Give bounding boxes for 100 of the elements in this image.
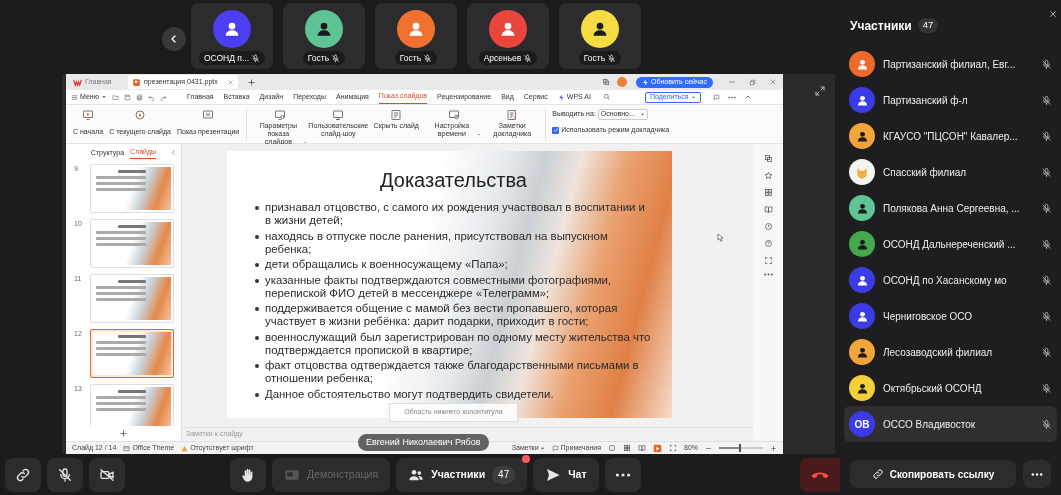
bullet-text: военнослужащий был зарегистрирован по одному месту жительства что подтверждается пропиской в квартире; <box>265 330 652 357</box>
fit-icon[interactable] <box>763 256 773 265</box>
slide-title: Доказательства <box>380 168 527 193</box>
back-button[interactable] <box>162 27 186 51</box>
windows-icon[interactable] <box>602 78 610 86</box>
slides-file-icon <box>132 77 141 87</box>
copy-icon[interactable] <box>763 154 773 163</box>
checkbox[interactable] <box>552 126 560 134</box>
slider-thumb[interactable] <box>738 444 741 452</box>
bullet-icon <box>255 335 259 340</box>
participant-row[interactable]: ОВ ОССО Владивосток <box>844 406 1057 442</box>
slide-thumbnail[interactable] <box>90 329 174 378</box>
bullet-text: дети обращались к военносужащему «Папа»; <box>265 258 508 271</box>
help-icon[interactable] <box>763 239 773 248</box>
more-icon <box>1031 472 1043 476</box>
participants-button[interactable]: Участники 47 <box>396 457 528 492</box>
lightning-icon <box>557 93 565 101</box>
monitor-icon <box>332 109 345 121</box>
undo-icon[interactable] <box>147 93 155 101</box>
clock-icon[interactable] <box>763 222 773 231</box>
star-icon[interactable] <box>763 171 773 180</box>
bullet-text: поддерживается общение с мамой без вести пропавшего, которая участвует в жизни ребёнка: дарит подарки, приходит в гости; <box>265 302 619 328</box>
print-icon[interactable] <box>135 93 143 101</box>
bullet-text: признавал отцовство, с самого их рождения участвовал в воспитании и в жизни детей; <box>265 201 646 227</box>
slideshow-icon[interactable] <box>653 443 662 453</box>
book-icon[interactable] <box>763 205 773 214</box>
bullet-icon <box>255 263 259 267</box>
more-icon[interactable] <box>727 95 736 99</box>
caret-icon <box>539 445 545 451</box>
close-icon[interactable] <box>1048 9 1058 19</box>
bullet-icon <box>255 392 259 397</box>
collapse-icon[interactable] <box>170 149 177 156</box>
comment-icon[interactable] <box>712 93 720 101</box>
warning-icon <box>181 444 189 452</box>
bullet-text: Данное обстоятельство могут подтвердить свидетели. <box>265 387 554 401</box>
microphone-button[interactable] <box>47 457 83 492</box>
participant-row[interactable]: Октябрьский ОСОНД <box>844 370 1057 406</box>
link-button[interactable] <box>5 457 41 492</box>
new-tab-icon[interactable] <box>247 77 256 87</box>
participant-row[interactable]: Спасский филиал <box>844 154 1057 190</box>
panel-title: Участники <box>850 17 912 35</box>
redo-icon[interactable] <box>159 93 167 101</box>
more-button[interactable] <box>604 457 641 492</box>
add-slide-icon[interactable] <box>119 429 128 438</box>
participant-name: Октябрьский ОСОНД <box>883 381 983 396</box>
camera-button[interactable] <box>89 457 125 492</box>
more-icon[interactable] <box>763 273 773 276</box>
participant-name: ОСОНД Дальнереченский ... <box>883 237 1017 252</box>
participant-name: Спасский филиал <box>883 165 968 180</box>
participant-row[interactable]: ОСОНД Дальнереченский ... <box>844 226 1057 262</box>
search-icon[interactable] <box>602 93 611 101</box>
sorter-view-icon[interactable] <box>623 444 631 452</box>
bullet-icon <box>255 206 259 210</box>
speaker-name: Евгений Николаевич Рябов <box>358 434 489 451</box>
participant-name: Черниговское ОСО <box>883 309 974 324</box>
save-icon[interactable] <box>123 93 131 101</box>
fit-icon[interactable] <box>669 444 677 452</box>
more-button[interactable] <box>1023 460 1051 488</box>
restore-icon[interactable] <box>749 78 756 86</box>
comment-icon <box>551 444 559 452</box>
folder-icon[interactable] <box>111 93 119 101</box>
expand-icon <box>814 85 826 97</box>
check-icon <box>552 127 559 134</box>
monitor-clock-icon <box>448 109 461 121</box>
caret-icon <box>100 94 107 100</box>
collapse-icon[interactable] <box>743 93 752 101</box>
normal-view-icon[interactable] <box>608 444 616 452</box>
participant-row[interactable]: ОСОНД по Хасанскому мо <box>844 262 1057 298</box>
link-icon <box>15 466 31 483</box>
monitor-settings-icon <box>274 109 287 121</box>
user-avatar[interactable] <box>617 77 627 87</box>
bullet-icon <box>255 278 259 283</box>
caret-icon <box>690 94 696 100</box>
participant-name: ОССО Владивосток <box>883 417 977 432</box>
participant-row[interactable]: Черниговское ОСО <box>844 298 1057 334</box>
logo-icon <box>73 77 82 87</box>
zoom-in-icon[interactable] <box>770 444 777 452</box>
participant-row[interactable]: Партизанский ф-л <box>844 82 1057 118</box>
reading-view-icon[interactable] <box>638 444 646 452</box>
participant-name: Гость <box>399 51 422 65</box>
notes-icon <box>506 109 519 121</box>
hang-up-button[interactable] <box>800 457 840 492</box>
bullet-icon <box>255 307 259 311</box>
participant-name: Гость <box>307 51 330 65</box>
monitor-play-icon <box>82 109 95 121</box>
count-badge: 47 <box>492 465 516 484</box>
participant-row[interactable]: Партизанский филиал, Евг... <box>844 46 1057 82</box>
participant-row[interactable]: КГАУСО "ПЦСОН" Кавалер... <box>844 118 1057 154</box>
participant-name: ОСОНД п... <box>203 51 250 65</box>
copy-link-button[interactable]: Скопировать ссылку <box>850 460 1016 488</box>
participant-row[interactable]: Полякова Анна Сергеевна, ... <box>844 190 1057 226</box>
bullet-text: находясь в отпуске после ранения, присутствовал на выпускном ребенка; <box>265 229 609 256</box>
participant-name: Арсеньев <box>483 51 522 65</box>
raise-hand-button[interactable] <box>230 457 266 492</box>
caret-icon <box>639 112 645 117</box>
phone-icon <box>811 470 829 479</box>
avatar-initials: ОВ <box>854 417 870 432</box>
participant-row[interactable]: Лесозаводский филиал <box>844 334 1057 370</box>
shapes-icon[interactable] <box>763 188 773 197</box>
chat-button[interactable]: Чат <box>533 457 599 492</box>
